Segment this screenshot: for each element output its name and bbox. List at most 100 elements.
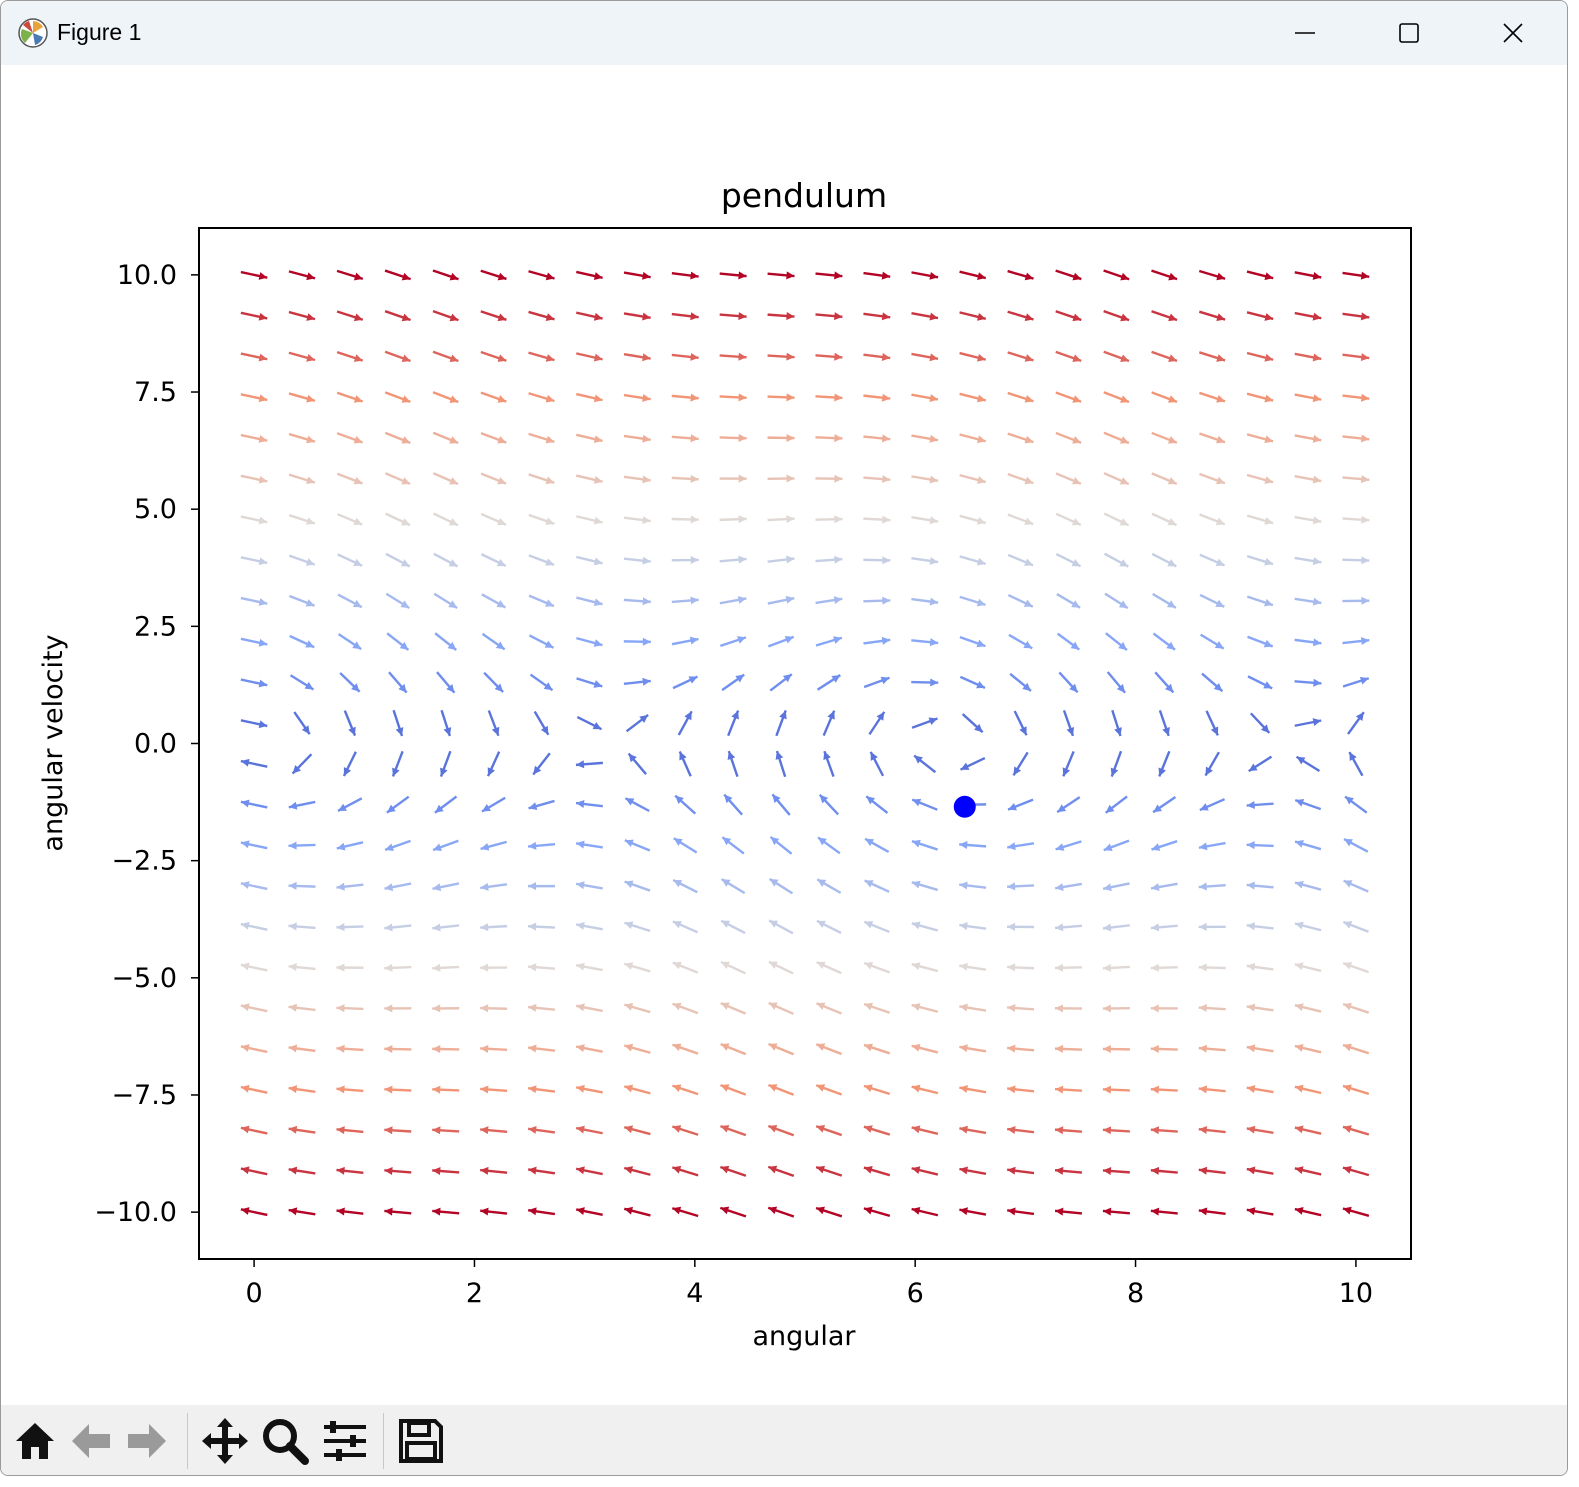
quiver-arrowhead xyxy=(816,1125,826,1133)
quiver-arrowhead xyxy=(720,1206,730,1215)
home-button[interactable] xyxy=(9,1413,61,1469)
quiver-arrowhead xyxy=(834,352,843,361)
quiver-arrowhead xyxy=(593,272,603,280)
quiver-arrowhead xyxy=(1103,883,1112,892)
quiver-arrowhead xyxy=(1024,435,1034,444)
quiver-arrowhead xyxy=(1198,963,1207,972)
quiver-arrowhead xyxy=(1168,272,1178,281)
title-bar: Figure 1 xyxy=(1,1,1567,65)
quiver-arrowhead xyxy=(432,963,441,972)
minimize-button[interactable] xyxy=(1253,1,1357,65)
quiver-arrowhead xyxy=(1198,1085,1208,1094)
maximize-button[interactable] xyxy=(1357,1,1461,65)
quiver-arrowhead xyxy=(1150,1004,1159,1013)
close-button[interactable] xyxy=(1461,1,1565,65)
quiver-arrowhead xyxy=(1102,1045,1111,1054)
quiver-arrowhead xyxy=(1054,963,1064,972)
quiver-arrowhead xyxy=(1198,1044,1208,1053)
quiver-arrowhead xyxy=(258,394,268,403)
y-tick-label: 0.0 xyxy=(134,729,177,760)
quiver-arrowhead xyxy=(288,881,297,890)
quiver-arrowhead xyxy=(528,841,537,850)
quiver-arrowhead xyxy=(258,679,268,688)
quiver-arrowhead xyxy=(1007,882,1016,891)
y-tick-label: 2.5 xyxy=(134,611,177,642)
quiver-arrowhead xyxy=(1312,394,1322,403)
quiver-arrowhead xyxy=(738,312,747,321)
quiver-arrowhead xyxy=(1102,1207,1112,1216)
quiver-arrowhead xyxy=(930,678,939,687)
quiver-arrowhead xyxy=(258,312,268,321)
quiver-arrowhead xyxy=(786,393,795,402)
quiver-arrowhead xyxy=(240,881,250,889)
y-tick-label: 5.0 xyxy=(134,494,177,525)
quiver-arrowhead xyxy=(1055,1207,1064,1216)
quiver-arrowhead xyxy=(1054,1044,1064,1053)
pan-icon xyxy=(202,1418,248,1464)
quiver-arrowhead xyxy=(240,758,250,767)
quiver-arrowhead xyxy=(545,476,555,485)
quiver-arrowhead xyxy=(1216,435,1225,444)
quiver-arrowhead xyxy=(786,515,795,524)
quiver-arrowhead xyxy=(1312,718,1322,726)
quiver-field xyxy=(240,269,1370,1218)
chart-title: pendulum xyxy=(721,176,887,215)
quiver-arrowhead xyxy=(432,1207,441,1216)
quiver-arrowhead xyxy=(786,312,795,321)
quiver-arrowhead xyxy=(1102,1085,1112,1094)
quiver-arrowhead xyxy=(384,1085,393,1094)
quiver-arrowhead xyxy=(1120,272,1130,281)
x-tick-label: 10 xyxy=(1339,1278,1373,1309)
quiver-arrowhead xyxy=(593,312,603,321)
quiver-arrowhead xyxy=(497,313,507,322)
zoom-button[interactable] xyxy=(259,1413,311,1469)
forward-icon xyxy=(128,1424,166,1458)
quiver-arrowhead xyxy=(432,1085,441,1094)
quiver-arrowhead xyxy=(432,883,442,892)
quiver-arrowhead xyxy=(336,1044,345,1053)
figure-window: Figure 1 pendulum angular angular veloci… xyxy=(0,0,1568,1476)
quiver-arrowhead xyxy=(240,1003,250,1012)
y-axis-label: angular velocity xyxy=(38,634,69,851)
quiver-arrowhead xyxy=(449,313,459,322)
quiver-arrowhead xyxy=(545,517,555,525)
back-icon xyxy=(72,1424,110,1458)
quiver-arrowhead xyxy=(672,1043,682,1052)
quiver-arrowhead xyxy=(1055,1085,1064,1094)
plot-canvas: pendulum angular angular velocity 0 2 4 6 8 1… xyxy=(38,176,1412,1352)
quiver-arrowhead xyxy=(864,1002,873,1011)
quiver-arrowhead xyxy=(1150,963,1159,972)
quiver-arrowhead xyxy=(401,272,411,281)
x-tick-label: 8 xyxy=(1127,1278,1144,1309)
quiver-arrowhead xyxy=(816,1165,826,1174)
pan-button[interactable] xyxy=(199,1413,251,1469)
y-tick-label: −7.5 xyxy=(111,1080,177,1111)
quiver-arrowhead xyxy=(1198,1004,1207,1013)
quiver-arrowhead xyxy=(1150,1207,1160,1216)
forward-button[interactable] xyxy=(121,1413,173,1469)
quiver-arrowhead xyxy=(576,962,585,971)
back-button[interactable] xyxy=(65,1413,117,1469)
quiver-arrowhead xyxy=(642,637,651,646)
quiver-arrowhead xyxy=(528,963,537,972)
quiver-arrowhead xyxy=(738,393,747,402)
quiver-arrowhead xyxy=(834,434,843,443)
quiver-arrowhead xyxy=(480,923,489,932)
quiver-arrowhead xyxy=(480,1166,489,1175)
quiver-arrowhead xyxy=(881,434,891,443)
quiver-arrowhead xyxy=(1361,556,1370,565)
y-tick-label: −5.0 xyxy=(111,963,177,994)
quiver-arrowhead xyxy=(401,313,411,322)
quiver-arrowhead xyxy=(1198,922,1207,931)
quiver-arrowhead xyxy=(240,1125,250,1134)
quiver-arrowhead xyxy=(240,1207,250,1215)
plot-frame xyxy=(198,227,1412,1260)
quiver-arrowhead xyxy=(1361,596,1370,605)
quiver-arrowhead xyxy=(959,840,968,849)
quiver-arrowhead xyxy=(336,923,345,932)
quiver-arrowhead xyxy=(576,1044,585,1053)
configure-subplots-button[interactable] xyxy=(319,1413,371,1469)
quiver-arrowhead xyxy=(258,720,268,729)
save-button[interactable] xyxy=(395,1413,447,1469)
quiver-arrowhead xyxy=(624,880,634,889)
